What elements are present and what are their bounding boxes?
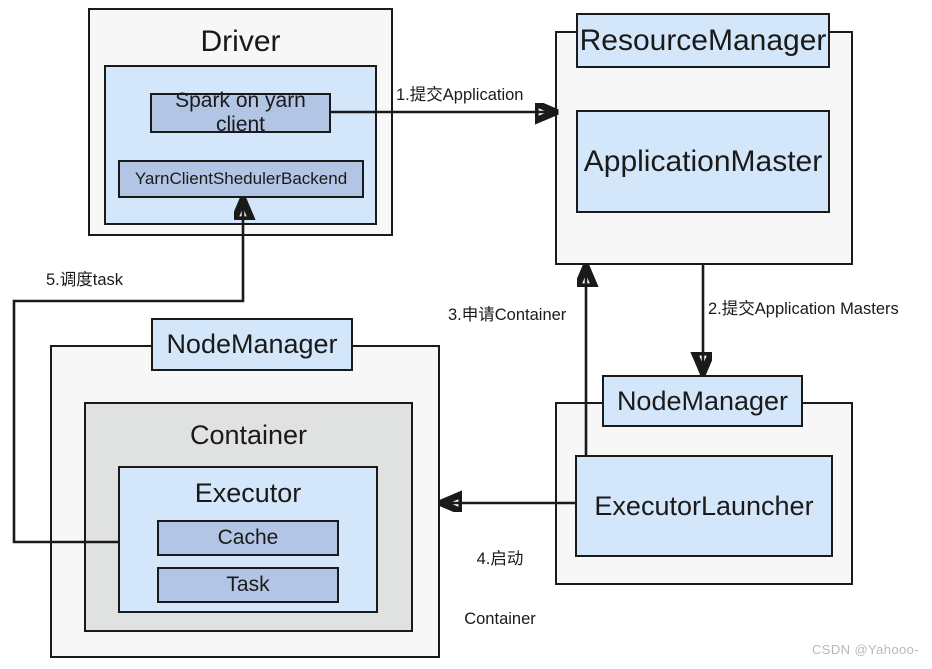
spark-on-yarn-client-box[interactable]: Spark on yarn client (150, 89, 331, 136)
edge-5-label: 5.调度task (46, 271, 124, 289)
executor-label: Executor (194, 478, 302, 508)
resource-manager-label: ResourceManager (576, 13, 830, 68)
yarn-client-sheduler-backend-box[interactable]: YarnClientShedulerBackend (118, 160, 364, 198)
node-manager-left-label: NodeManager (151, 318, 353, 371)
application-master-box[interactable]: ApplicationMaster (576, 110, 830, 213)
node-manager-right-label: NodeManager (602, 375, 803, 427)
task-box[interactable]: Task (157, 567, 339, 603)
edge-3-label: 3.申请Container (448, 306, 567, 324)
edge-4-label: 4.启动 Container (455, 509, 545, 669)
edge-4-label-line1: 4.启动 (476, 550, 524, 568)
diagram-canvas: Driver Spark on yarn client YarnClientSh… (0, 0, 932, 668)
executor-launcher-box[interactable]: ExecutorLauncher (575, 455, 833, 557)
edge-1-label: 1.提交Application (396, 86, 524, 104)
watermark: CSDN @Yahooo- (812, 642, 920, 657)
edge-4-label-line2: Container (464, 610, 536, 628)
container-label: Container (189, 420, 308, 450)
cache-box[interactable]: Cache (157, 520, 339, 556)
edge-2-label: 2.提交Application Masters (708, 300, 899, 318)
driver-label: Driver (200, 25, 281, 58)
